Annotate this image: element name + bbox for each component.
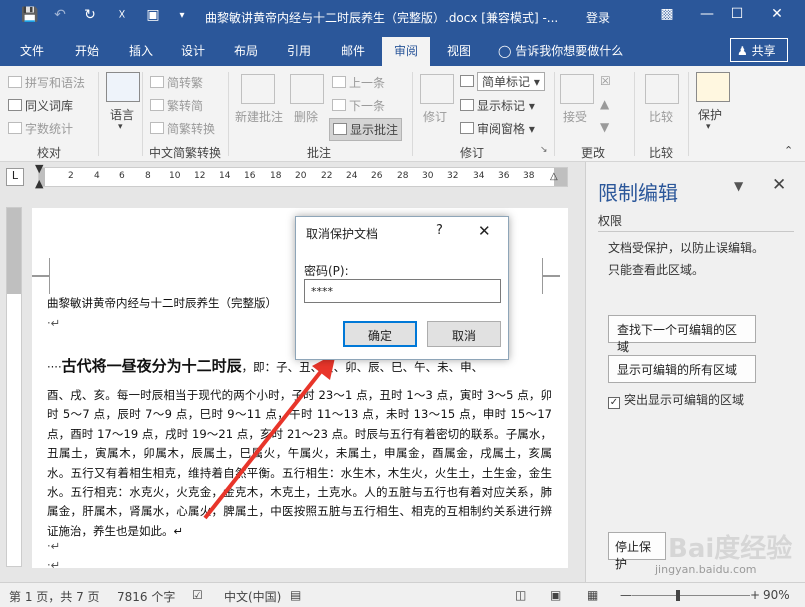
read-mode-icon[interactable]: ◫ (515, 588, 526, 602)
cancel-button[interactable]: 取消 (427, 321, 501, 347)
language-status[interactable]: 中文(中国) (224, 588, 281, 605)
word-count[interactable]: 7816 个字 (117, 588, 175, 605)
zoom-slider-thumb[interactable] (676, 590, 680, 601)
highlight-label: 突出显示可编辑的区域 (624, 393, 745, 407)
page-count[interactable]: 第 1 页，共 7 页 (9, 588, 100, 605)
macro-record-icon[interactable]: ▤ (290, 588, 301, 602)
password-label: 密码(P): (304, 264, 349, 278)
ok-button[interactable]: 确定 (343, 321, 417, 347)
view-only-info: 只能查看此区域。 (608, 263, 705, 277)
help-button[interactable]: ? (436, 223, 443, 238)
pane-close-icon[interactable]: ✕ (772, 175, 786, 195)
web-layout-icon[interactable]: ▦ (587, 588, 598, 602)
pane-title: 限制编辑 (598, 181, 678, 205)
proofing-status-icon[interactable]: ☑ (192, 588, 203, 602)
show-all-editable-regions-button[interactable]: 显示可编辑的所有区域 (608, 355, 756, 383)
dialog-close-button[interactable]: ✕ (478, 222, 491, 240)
divider (598, 231, 794, 232)
dialog-title: 取消保护文档 (306, 227, 379, 241)
highlight-editable-regions-checkbox[interactable]: ✓ 突出显示可编辑的区域 (608, 391, 744, 409)
svg-text:Bai度经验: Bai度经验 (668, 533, 792, 564)
zoom-slider[interactable] (632, 595, 750, 596)
zoom-in-icon[interactable]: + (750, 588, 760, 602)
watermark-text: jingyan.baidu.com (655, 563, 757, 576)
unprotect-document-dialog: 取消保护文档 ? ✕ 密码(P): **** 确定 取消 (295, 216, 509, 360)
checkbox-icon[interactable]: ✓ (608, 397, 620, 409)
status-bar: 第 1 页，共 7 页 7816 个字 ☑ 中文(中国) ▤ ◫ ▣ ▦ — +… (0, 582, 805, 607)
find-next-editable-region-button[interactable]: 查找下一个可编辑的区域 (608, 315, 756, 354)
permissions-heading: 权限 (598, 214, 623, 228)
pane-options-icon[interactable]: ▼ (734, 179, 743, 193)
zoom-level[interactable]: 90% (763, 588, 790, 602)
password-input[interactable]: **** (304, 279, 501, 303)
restrict-editing-pane: 限制编辑 ▼ ✕ 权限 文档受保护，以防止误编辑。 只能查看此区域。 查找下一个… (585, 162, 805, 582)
print-layout-icon[interactable]: ▣ (550, 588, 561, 602)
arrow-shaft (203, 368, 324, 520)
protection-info: 文档受保护，以防止误编辑。 (608, 241, 765, 255)
zoom-out-icon[interactable]: — (620, 588, 632, 602)
